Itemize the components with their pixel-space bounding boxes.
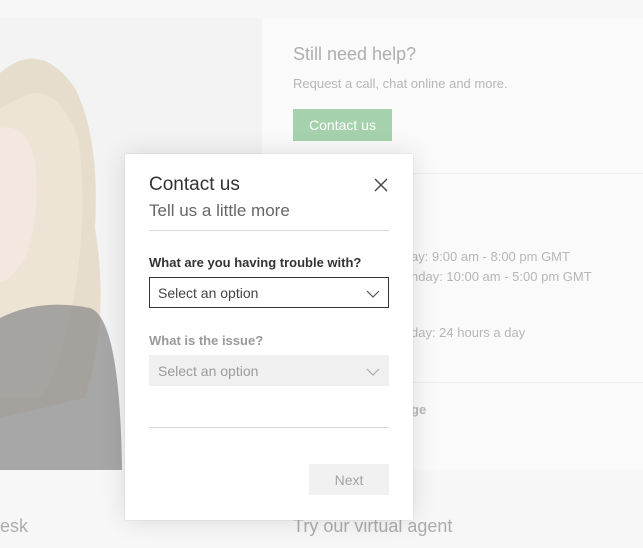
next-button[interactable]: Next [309, 464, 389, 495]
trouble-label: What are you having trouble with? [149, 255, 362, 270]
issue-select: Select an option [149, 355, 389, 386]
dialog-footer-divider [149, 427, 389, 428]
dialog-header-divider [149, 230, 389, 231]
trouble-select[interactable]: Select an option [149, 277, 389, 308]
dialog-title: Contact us [149, 174, 240, 195]
chevron-down-icon [366, 363, 380, 379]
close-icon[interactable] [372, 176, 390, 194]
contact-us-dialog: Contact us Tell us a little more What ar… [125, 154, 413, 520]
chevron-down-icon [366, 285, 380, 301]
issue-select-value: Select an option [158, 362, 259, 379]
trouble-select-value: Select an option [158, 284, 259, 301]
dialog-subtitle: Tell us a little more [149, 201, 290, 220]
issue-label: What is the issue? [149, 333, 264, 348]
